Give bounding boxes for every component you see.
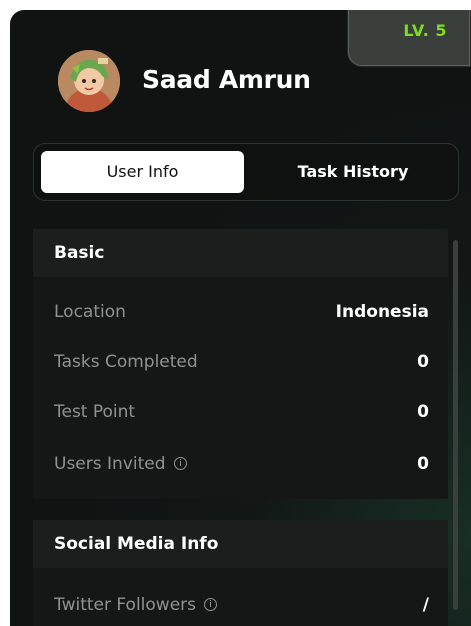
info-row-tasks-completed: Tasks Completed 0 <box>33 347 448 377</box>
row-value: Indonesia <box>335 302 429 322</box>
row-label-wrap: Twitter Followers <box>54 595 218 615</box>
level-text: LV. 5 <box>403 21 447 40</box>
section-basic: Location Indonesia Tasks Completed 0 Tes… <box>33 277 448 499</box>
row-label: Test Point <box>54 402 136 422</box>
tab-task-history[interactable]: Task History <box>256 151 450 193</box>
scrollbar[interactable] <box>453 240 458 610</box>
row-value: 0 <box>417 402 429 422</box>
username: Saad Amrun <box>142 65 311 94</box>
tab-user-info[interactable]: User Info <box>41 151 244 193</box>
row-label: Location <box>54 302 126 322</box>
level-badge: LV. 5 <box>348 10 470 66</box>
info-row-test-point: Test Point 0 <box>33 397 448 427</box>
section-header-social-media: Social Media Info <box>33 520 448 568</box>
info-row-users-invited: Users Invited 0 <box>33 449 448 479</box>
row-label: Tasks Completed <box>54 352 198 372</box>
row-value: 0 <box>417 352 429 372</box>
info-icon[interactable] <box>173 457 187 470</box>
row-value: 0 <box>417 454 429 474</box>
info-row-location: Location Indonesia <box>33 297 448 327</box>
row-value: / <box>422 595 429 615</box>
row-label: Twitter Followers <box>54 595 197 615</box>
avatar[interactable] <box>58 50 120 112</box>
info-row-twitter-followers: Twitter Followers / <box>33 590 448 620</box>
info-icon[interactable] <box>204 598 218 611</box>
row-label: Users Invited <box>54 454 166 474</box>
tab-bar: User Info Task History <box>33 143 459 201</box>
section-social-media: Twitter Followers / <box>33 568 448 626</box>
section-header-basic: Basic <box>33 229 448 277</box>
user-profile-panel: LV. 5 Saad Amrun User Info Task History … <box>10 10 471 626</box>
row-label-wrap: Users Invited <box>54 454 187 474</box>
